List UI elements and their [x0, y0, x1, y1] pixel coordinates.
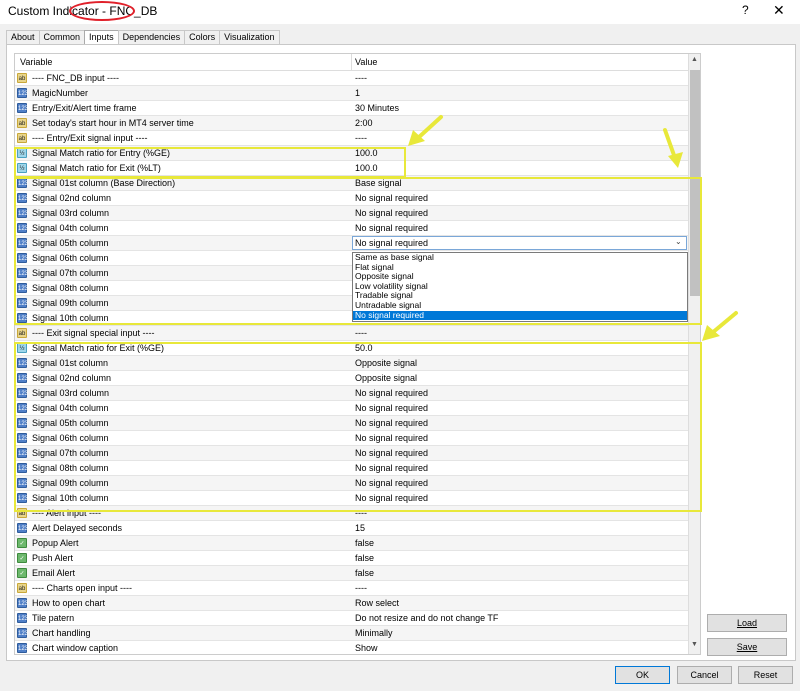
variable-name: ---- Entry/Exit signal input ---- — [32, 133, 148, 143]
variable-value[interactable]: false — [355, 568, 374, 578]
table-row[interactable]: 123 Alert Delayed seconds 15 — [15, 521, 688, 536]
table-row[interactable]: 123 Chart handling Minimally — [15, 626, 688, 641]
bool-type-icon: ✓ — [17, 568, 27, 578]
close-button[interactable]: ✕ — [773, 2, 785, 19]
variable-name: ---- Exit signal special input ---- — [32, 328, 155, 338]
scroll-up-icon[interactable]: ▲ — [691, 56, 698, 63]
tab-common[interactable]: Common — [38, 30, 86, 44]
title-highlight-oval — [69, 1, 135, 21]
tab-visualization[interactable]: Visualization — [219, 30, 280, 44]
table-row[interactable]: ab Set today's start hour in MT4 server t… — [15, 116, 688, 131]
integer-type-icon: 123 — [17, 643, 28, 653]
title-bar: Custom Indicator - FNC_DB ? ✕ — [0, 0, 800, 24]
save-button[interactable]: Save — [707, 638, 787, 656]
table-row[interactable]: ✓ Push Alert false — [15, 551, 688, 566]
variable-value[interactable]: Do not resize and do not change TF — [355, 613, 498, 623]
highlight-box-exit-signals — [14, 342, 702, 512]
variable-value[interactable]: ---- — [355, 73, 367, 83]
variable-name: Tile patern — [32, 613, 75, 623]
table-row[interactable]: ab ---- Entry/Exit signal input ---- ---- — [15, 131, 688, 146]
grid-header: Variable Value — [15, 54, 688, 71]
variable-name: ---- FNC_DB input ---- — [32, 73, 119, 83]
string-type-icon: ab — [17, 583, 27, 593]
bool-type-icon: ✓ — [17, 553, 27, 563]
integer-type-icon: 123 — [17, 103, 28, 113]
table-row[interactable]: 123 Tile patern Do not resize and do not c… — [15, 611, 688, 626]
variable-value[interactable]: 15 — [355, 523, 365, 533]
variable-name: Push Alert — [32, 553, 74, 563]
integer-type-icon: 123 — [17, 598, 28, 608]
table-row[interactable]: 123 MagicNumber 1 — [15, 86, 688, 101]
string-type-icon: ab — [17, 73, 27, 83]
table-row[interactable]: ab ---- FNC_DB input ---- ---- — [15, 71, 688, 86]
highlight-box-ratio — [14, 147, 406, 178]
string-type-icon: ab — [17, 328, 27, 338]
integer-type-icon: 123 — [17, 88, 28, 98]
ok-button[interactable]: OK — [615, 666, 670, 684]
variable-value[interactable]: ---- — [355, 583, 367, 593]
variable-value[interactable]: false — [355, 538, 374, 548]
integer-type-icon: 123 — [17, 628, 28, 638]
variable-value[interactable]: Row select — [355, 598, 399, 608]
variable-name: Chart window caption — [32, 643, 119, 653]
tab-about[interactable]: About — [6, 30, 40, 44]
table-row[interactable]: 123 Chart window caption Show — [15, 641, 688, 654]
column-header-variable[interactable]: Variable — [20, 57, 52, 67]
variable-name: Chart handling — [32, 628, 91, 638]
variable-name: Set today's start hour in MT4 server tim… — [32, 118, 194, 128]
integer-type-icon: 123 — [17, 523, 28, 533]
table-row[interactable]: ✓ Popup Alert false — [15, 536, 688, 551]
string-type-icon: ab — [17, 118, 27, 128]
tab-strip: About Common Inputs Dependencies Colors Visua… — [6, 30, 280, 45]
table-row[interactable]: ✓ Email Alert false — [15, 566, 688, 581]
variable-value[interactable]: ---- — [355, 133, 367, 143]
variable-name: Entry/Exit/Alert time frame — [32, 103, 137, 113]
variable-value[interactable]: 30 Minutes — [355, 103, 399, 113]
variable-name: Email Alert — [32, 568, 76, 578]
tab-dependencies[interactable]: Dependencies — [117, 30, 186, 44]
variable-value[interactable]: No signal required — [355, 238, 428, 248]
integer-type-icon: 123 — [17, 613, 28, 623]
load-button[interactable]: Load — [707, 614, 787, 632]
cancel-button[interactable]: Cancel — [677, 666, 732, 684]
table-row[interactable]: 123 Entry/Exit/Alert time frame 30 Minutes — [15, 101, 688, 116]
variable-value[interactable]: Show — [355, 643, 378, 653]
variable-value[interactable]: ---- — [355, 328, 367, 338]
variable-value[interactable]: false — [355, 553, 374, 563]
help-button[interactable]: ? — [742, 3, 749, 17]
tab-colors[interactable]: Colors — [184, 30, 221, 44]
highlight-box-entry-signals — [14, 177, 702, 325]
variable-value[interactable]: Minimally — [355, 628, 393, 638]
scroll-down-icon[interactable]: ▼ — [691, 641, 698, 648]
reset-button[interactable]: Reset — [738, 666, 793, 684]
string-type-icon: ab — [17, 133, 27, 143]
variable-name: How to open chart — [32, 598, 106, 608]
tab-inputs[interactable]: Inputs — [84, 30, 119, 45]
variable-value[interactable]: 1 — [355, 88, 360, 98]
variable-name: Popup Alert — [32, 538, 79, 548]
table-row[interactable]: ab ---- Charts open input ---- ---- — [15, 581, 688, 596]
table-row[interactable]: 123 How to open chart Row select — [15, 596, 688, 611]
variable-value[interactable]: 2:00 — [355, 118, 373, 128]
variable-name: MagicNumber — [32, 88, 89, 98]
chevron-down-icon[interactable]: ⌄ — [675, 237, 682, 246]
table-row[interactable]: ab ---- Exit signal special input ---- ---… — [15, 326, 688, 341]
variable-name: ---- Charts open input ---- — [32, 583, 133, 593]
column-header-value[interactable]: Value — [355, 57, 377, 67]
variable-name: Alert Delayed seconds — [32, 523, 123, 533]
bool-type-icon: ✓ — [17, 538, 27, 548]
